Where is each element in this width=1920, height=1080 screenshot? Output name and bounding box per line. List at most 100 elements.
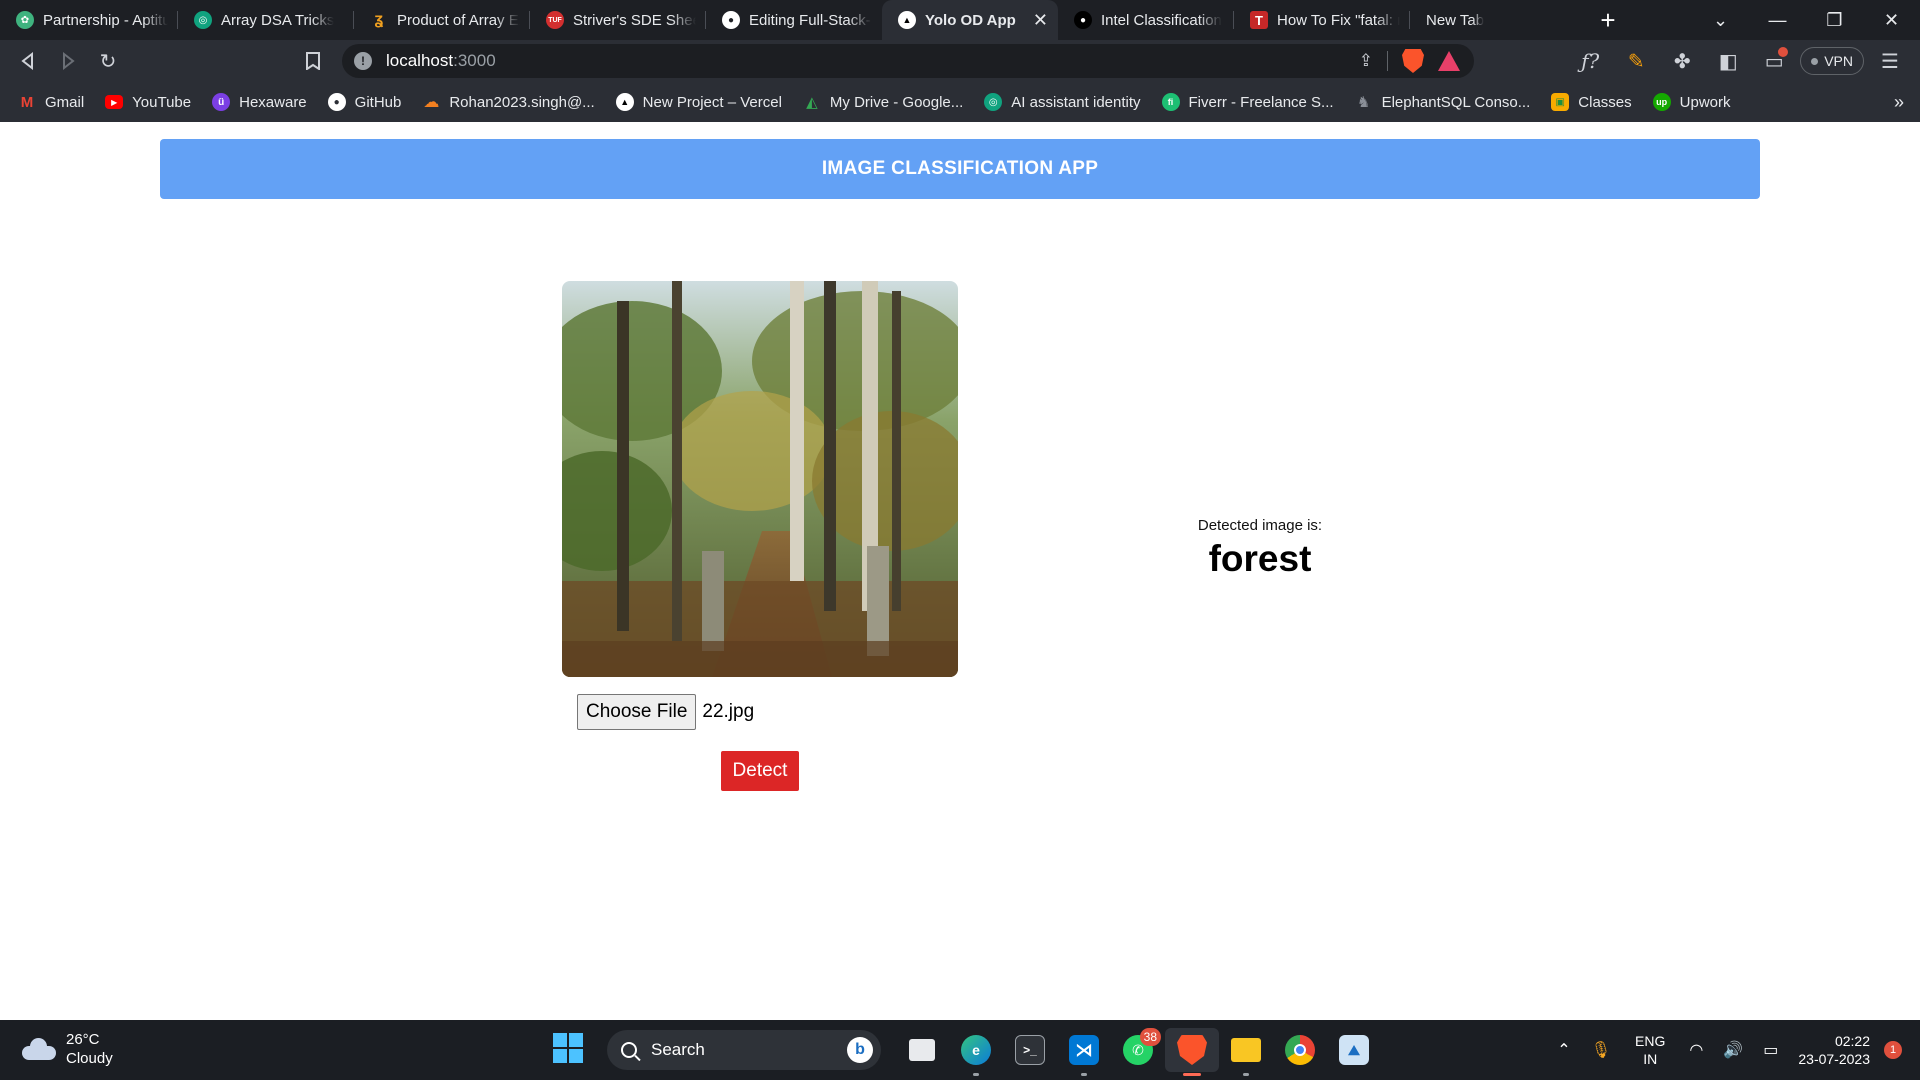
tab-editing-full-stack[interactable]: ● Editing Full-Stack-N <box>706 0 882 40</box>
bookmark-classes[interactable]: ▣ Classes <box>1551 93 1632 111</box>
bookmark-label: ElephantSQL Conso... <box>1381 93 1531 111</box>
bookmark-elephantsql[interactable]: ♞ ElephantSQL Conso... <box>1355 93 1531 112</box>
bookmark-vercel[interactable]: ▲ New Project – Vercel <box>615 93 782 111</box>
share-icon[interactable]: ⇪ <box>1359 51 1373 71</box>
tab-strivers-sheet[interactable]: TUF Striver's SDE Sheet <box>530 0 706 40</box>
extensions-icon[interactable]: ✤ <box>1662 41 1702 81</box>
vpn-button[interactable]: VPN <box>1800 47 1864 75</box>
show-hidden-icons-chevron-icon[interactable]: ⌃ <box>1557 1040 1570 1060</box>
battery-icon[interactable]: ▭ <box>1763 1040 1778 1060</box>
microphone-icon[interactable]: 🎙 <box>1591 1040 1611 1060</box>
pen-icon[interactable]: ✎ <box>1616 41 1656 81</box>
tab-label: Editing Full-Stack-N <box>749 11 872 29</box>
new-tab-plus-icon[interactable]: + <box>1586 0 1630 40</box>
edge-app[interactable]: e <box>949 1028 1003 1076</box>
restore-icon[interactable]: ❐ <box>1806 0 1863 40</box>
detection-result: Detected image is: forest <box>1160 517 1360 580</box>
site-info-icon[interactable]: ! <box>354 52 372 70</box>
tab-label: Yolo OD App <box>925 11 1016 29</box>
clock-time: 02:22 <box>1834 1033 1870 1049</box>
chrome-app[interactable] <box>1273 1028 1327 1072</box>
sidebar-icon[interactable]: ◧ <box>1708 41 1748 81</box>
tab-partnership[interactable]: ✿ Partnership - Aptitu <box>0 0 178 40</box>
notification-count-badge[interactable]: 1 <box>1884 1041 1902 1059</box>
tab-array-dsa[interactable]: ◎ Array DSA Tricks <box>178 0 354 40</box>
taskbar-search[interactable]: Search b <box>607 1030 881 1070</box>
tab-how-to-fix[interactable]: T How To Fix "fatal: n <box>1234 0 1410 40</box>
bookmark-hexaware[interactable]: ü Hexaware <box>212 93 307 111</box>
bookmark-label: Fiverr - Freelance S... <box>1188 93 1334 111</box>
bookmark-label: YouTube <box>132 93 192 111</box>
classroom-icon: ▣ <box>1551 93 1570 111</box>
bookmark-fiverr[interactable]: fi Fiverr - Freelance S... <box>1161 93 1334 111</box>
t-icon: T <box>1250 11 1268 29</box>
back-icon[interactable] <box>8 41 48 81</box>
input-language[interactable]: ENG IN <box>1635 1032 1665 1068</box>
forward-icon[interactable] <box>48 41 88 81</box>
bookmark-gmail[interactable]: M Gmail <box>18 93 84 111</box>
bookmark-youtube[interactable]: ▶ YouTube <box>105 94 191 111</box>
bookmarks-overflow-icon[interactable]: » <box>1894 92 1904 113</box>
brave-rewards-icon[interactable] <box>1438 51 1460 71</box>
wallet-icon[interactable]: ▭ <box>1754 41 1794 81</box>
bookmark-label: GitHub <box>354 93 402 111</box>
reload-icon[interactable]: ↻ <box>88 41 128 81</box>
window-controls: ⌄ — ❐ ✕ <box>1692 0 1920 40</box>
vscode-app[interactable]: ⋊ <box>1057 1028 1111 1076</box>
detect-button[interactable]: Detect <box>721 751 799 791</box>
tab-label: How To Fix "fatal: n <box>1277 11 1400 29</box>
bookmark-label: Hexaware <box>239 93 307 111</box>
vpn-status-dot <box>1811 57 1819 65</box>
cloudy-weather-icon <box>22 1038 56 1060</box>
minimize-icon[interactable]: — <box>1749 0 1806 40</box>
github-dark-icon: ● <box>1074 11 1092 29</box>
bookmark-label: Gmail <box>45 93 85 111</box>
windows-start-icon[interactable] <box>553 1033 587 1067</box>
close-tab-icon[interactable]: ✕ <box>1023 10 1048 31</box>
whatsapp-app[interactable]: ✆ 38 <box>1111 1028 1165 1072</box>
vscode-icon: ⋊ <box>1069 1035 1099 1065</box>
volume-icon[interactable]: 🔊 <box>1723 1040 1743 1060</box>
chatgpt-icon: ◎ <box>194 11 212 29</box>
uploaded-image-preview <box>562 281 958 677</box>
file-explorer-app[interactable] <box>1219 1028 1273 1076</box>
bookmark-label: Upwork <box>1679 93 1731 111</box>
folder-icon <box>1231 1038 1261 1062</box>
bing-icon[interactable]: b <box>847 1037 873 1063</box>
file-picker: Choose File 22.jpg <box>577 694 754 730</box>
task-view-icon <box>909 1039 935 1061</box>
tab-search-chevron-icon[interactable]: ⌄ <box>1692 0 1749 40</box>
photos-app[interactable]: ⛰ <box>1327 1028 1381 1072</box>
font-icon[interactable]: ƒ? <box>1570 41 1610 81</box>
vpn-label: VPN <box>1824 53 1853 69</box>
menu-icon[interactable]: ☰ <box>1870 41 1910 81</box>
bookmark-ai-assistant[interactable]: ◎ AI assistant identity <box>984 93 1141 111</box>
terminal-app[interactable]: >_ <box>1003 1028 1057 1072</box>
tab-intel-classification[interactable]: ● Intel Classification <box>1058 0 1234 40</box>
clock[interactable]: 02:22 23-07-2023 <box>1798 1032 1870 1068</box>
gmail-icon: M <box>20 93 34 111</box>
whatsapp-badge: 38 <box>1139 1028 1161 1046</box>
choose-file-button[interactable]: Choose File <box>577 694 697 730</box>
tab-product-of-array[interactable]: ʓ Product of Array Ex <box>354 0 530 40</box>
weather-widget[interactable]: 26°C Cloudy <box>22 1030 113 1068</box>
weather-description: Cloudy <box>66 1050 113 1067</box>
bookmark-github[interactable]: ● GitHub <box>327 93 402 111</box>
bookmarks-bar: M Gmail ▶ YouTube ü Hexaware ● GitHub ☁ Rohan… <box>0 82 1920 122</box>
bookmark-icon[interactable] <box>293 41 333 81</box>
upwork-icon: up <box>1652 93 1671 111</box>
brave-shields-icon[interactable] <box>1402 49 1424 73</box>
tab-yolo-od-app[interactable]: ▲ Yolo OD App ✕ <box>882 0 1058 40</box>
wifi-icon[interactable]: ◠ <box>1689 1040 1703 1060</box>
aptitude-icon: ✿ <box>16 11 34 29</box>
close-window-icon[interactable]: ✕ <box>1863 0 1920 40</box>
bookmark-upwork[interactable]: up Upwork <box>1652 93 1731 111</box>
github-icon: ● <box>327 93 346 111</box>
tab-new-tab[interactable]: New Tab <box>1410 0 1586 40</box>
clock-date: 23-07-2023 <box>1798 1051 1870 1067</box>
bookmark-my-drive[interactable]: ◭ My Drive - Google... <box>803 93 963 112</box>
bookmark-rohan[interactable]: ☁ Rohan2023.singh@... <box>422 93 594 112</box>
address-bar[interactable]: ! localhost :3000 ⇪ <box>342 44 1474 78</box>
task-view-app[interactable] <box>895 1028 949 1072</box>
brave-app[interactable] <box>1165 1028 1219 1076</box>
